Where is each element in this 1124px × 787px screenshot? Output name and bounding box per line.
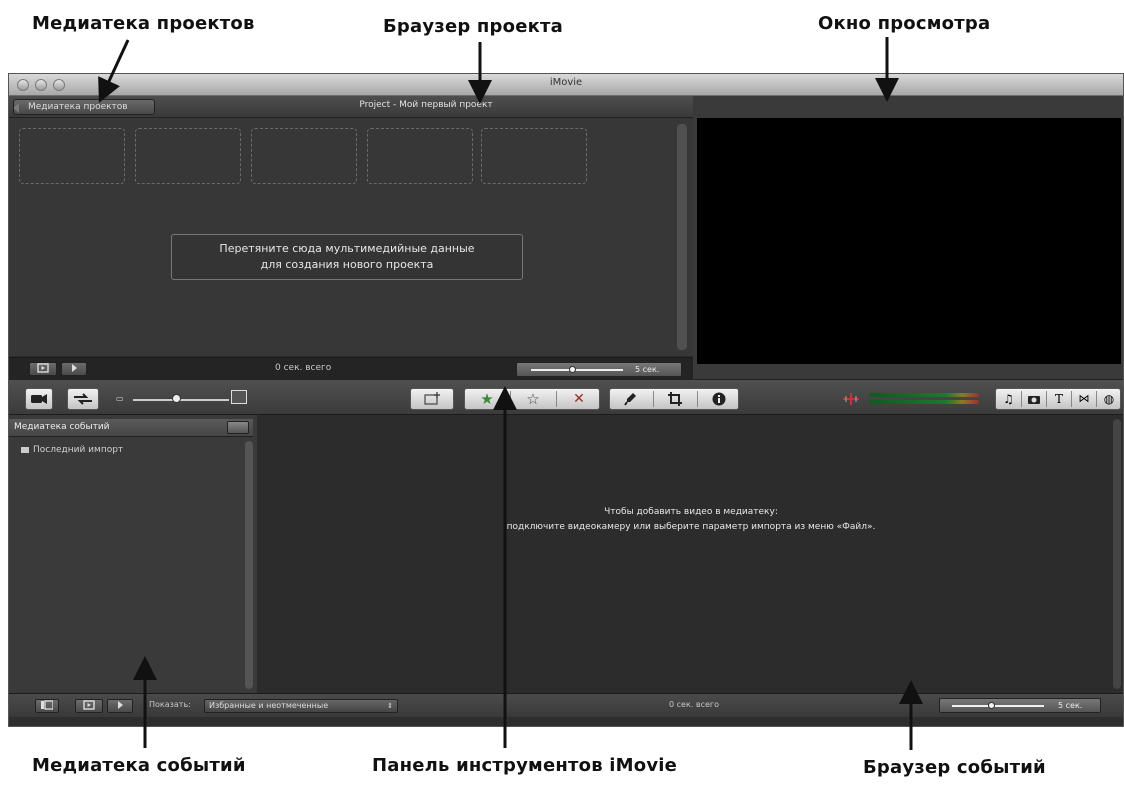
show-filter-label: Показать: [149, 700, 191, 709]
drop-hint-line-1: Перетяните сюда мультимедийные данные [219, 242, 475, 255]
event-item-last-import[interactable]: Последний импорт [21, 445, 123, 455]
event-library-header: Медиатека событий [9, 419, 253, 437]
voiceover-button[interactable] [610, 389, 652, 409]
audio-meter-left [869, 393, 979, 397]
select-arrows-icon: ⇕ [387, 702, 393, 710]
photo-camera-icon [1028, 396, 1040, 404]
info-icon [712, 392, 726, 406]
inspector-button[interactable] [698, 389, 740, 409]
empty-message-line-2: подключите видеокамеру или выберите пара… [506, 522, 876, 532]
project-footer: 0 сек. всего 5 сек. [9, 357, 693, 379]
project-clip-placeholder [481, 128, 587, 184]
annotation-toolbar: Панель инструментов iMovie [372, 755, 678, 776]
add-clip-icon [424, 392, 440, 405]
event-library: Медиатека событий Последний импорт [9, 415, 257, 693]
audio-skimming-icon[interactable] [843, 391, 859, 405]
project-scrollbar[interactable] [677, 124, 687, 350]
audio-meter-right [869, 400, 979, 404]
project-clip-placeholder [251, 128, 357, 184]
event-browser: Чтобы добавить видео в медиатеку: подклю… [257, 415, 1123, 693]
play-icon [118, 701, 123, 709]
zoom-value: 5 сек. [635, 365, 660, 374]
window-title: iMovie [549, 77, 583, 88]
zoom-track [531, 369, 623, 371]
project-clip-placeholder [19, 128, 125, 184]
play-icon [72, 364, 77, 372]
play-button[interactable] [61, 362, 87, 376]
project-duration: 0 сек. всего [275, 363, 332, 373]
thumbnail-large-icon [231, 390, 247, 404]
event-footer: Показать: Избранные и неотмеченные ⇕ 0 с… [9, 693, 1123, 717]
annotation-event-library: Медиатека событий [32, 755, 246, 776]
zoom-value: 5 сек. [1058, 701, 1083, 710]
empty-message-line-1: Чтобы добавить видео в медиатеку: [604, 507, 778, 517]
annotation-project-browser: Браузер проекта [383, 16, 563, 37]
show-drives-button[interactable] [227, 421, 249, 434]
event-play-button[interactable] [107, 699, 133, 713]
show-filter-select[interactable]: Избранные и неотмеченные ⇕ [204, 699, 398, 713]
transitions-browser-button[interactable]: ⋈ [1072, 389, 1096, 409]
favorite-icon[interactable]: ★ [465, 389, 509, 409]
event-duration: 0 сек. всего [669, 700, 720, 709]
zoom-slider-knob[interactable] [988, 702, 995, 709]
project-zoom-control[interactable]: 5 сек. [516, 362, 682, 377]
project-library-button[interactable]: Медиатека проектов [13, 99, 155, 115]
viewer-screen[interactable] [697, 118, 1121, 364]
show-filter-value: Избранные и неотмеченные [209, 701, 329, 710]
crop-icon [668, 392, 682, 406]
photo-browser-button[interactable] [1022, 389, 1046, 409]
drop-hint-line-2: для создания нового проекта [260, 258, 434, 271]
swap-icon [74, 393, 92, 405]
edit-tools [609, 388, 739, 410]
project-header: Медиатека проектов Project - Мой первый … [9, 96, 693, 118]
list-toggle-icon [41, 700, 54, 710]
add-to-project-button[interactable] [410, 388, 454, 410]
import-camera-button[interactable] [25, 388, 53, 410]
swap-events-projects-button[interactable] [67, 388, 99, 410]
drop-media-hint: Перетяните сюда мультимедийные данные дл… [171, 234, 523, 280]
imovie-toolbar: ▭ ★ ☆ ✕ ♫ T ⋈ ◍ [9, 379, 1123, 415]
media-browsers: ♫ T ⋈ ◍ [995, 388, 1121, 410]
project-title: Project - Мой первый проект [359, 100, 493, 110]
event-library-scrollbar[interactable] [245, 441, 253, 689]
event-library-title: Медиатека событий [14, 422, 110, 432]
project-clip-placeholder [135, 128, 241, 184]
thumbnail-small-icon: ▭ [116, 394, 124, 403]
event-list-toggle-button[interactable] [35, 699, 59, 713]
event-zoom-control[interactable]: 5 сек. [939, 698, 1101, 713]
zoom-track [952, 705, 1044, 707]
project-browser: Медиатека проектов Project - Мой первый … [9, 96, 693, 356]
viewer [693, 96, 1123, 379]
annotation-event-browser: Браузер событий [863, 757, 1046, 778]
annotation-viewer: Окно просмотра [818, 13, 991, 34]
camera-icon [31, 394, 47, 404]
crop-button[interactable] [654, 389, 696, 409]
reject-icon[interactable]: ✕ [557, 389, 601, 409]
fullscreen-play-icon [37, 363, 49, 373]
thumbnail-size-track [133, 399, 229, 401]
music-browser-button[interactable]: ♫ [996, 389, 1021, 409]
maps-browser-button[interactable]: ◍ [1097, 389, 1121, 409]
event-folder-icon [21, 446, 29, 453]
event-play-fullscreen-button[interactable] [75, 699, 103, 713]
rating-buttons: ★ ☆ ✕ [464, 388, 600, 410]
empty-events-message: Чтобы добавить видео в медиатеку: подклю… [257, 505, 1123, 535]
zoom-slider-knob[interactable] [569, 366, 576, 373]
event-browser-scrollbar[interactable] [1113, 419, 1121, 689]
imovie-window: iMovie Медиатека проектов Project - Мой … [8, 73, 1124, 727]
title-bar: iMovie [9, 74, 1123, 96]
microphone-icon [624, 393, 636, 406]
titles-browser-button[interactable]: T [1047, 389, 1071, 409]
annotation-project-library: Медиатека проектов [32, 13, 255, 34]
unmark-icon[interactable]: ☆ [511, 389, 555, 409]
event-item-label: Последний импорт [33, 445, 124, 455]
thumbnail-size-slider-knob[interactable] [172, 394, 181, 403]
project-clip-placeholder [367, 128, 473, 184]
fullscreen-play-icon [83, 700, 95, 710]
play-fullscreen-button[interactable] [29, 362, 57, 376]
